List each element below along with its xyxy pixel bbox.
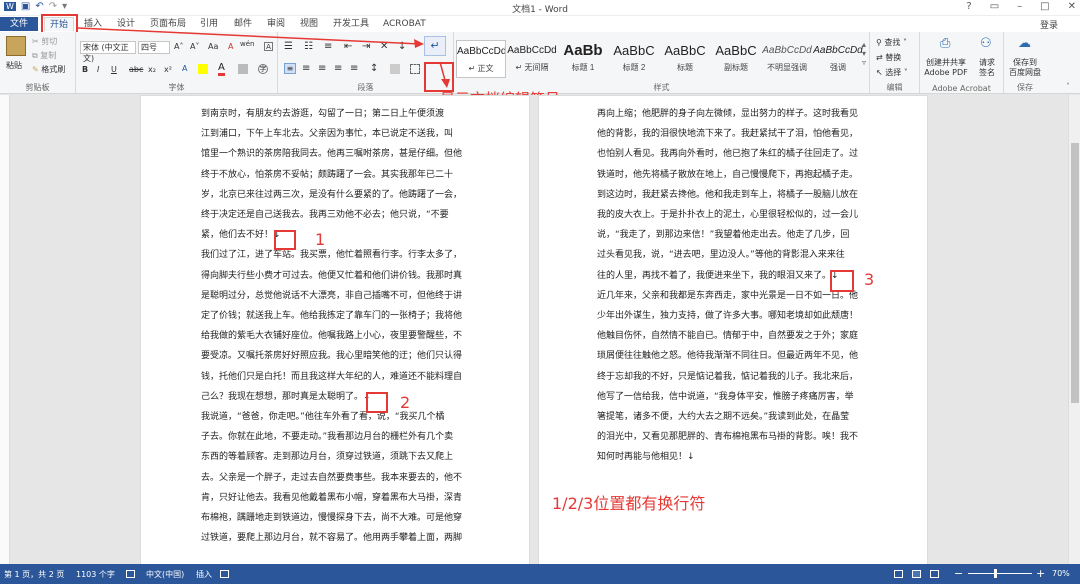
zoom-slider-thumb[interactable] [994,569,997,578]
text-line: 给我做的紫毛大衣铺好座位。他嘱我路上小心，夜里要警醒些，不 [201,331,463,342]
text-line: 他触目伤怀，自然情不能自已。情郁于中，自然要发之于外；家庭 [597,331,859,342]
macro-icon[interactable] [220,570,229,578]
text-line: 往的人里，再找不着了，我便进来坐下，我的眼泪又来了。↓ [597,270,839,281]
mark-box-1 [274,230,296,250]
zoom-level[interactable]: 70% [1052,569,1070,578]
text-line: 是聪明过分，总觉他说话不大漂亮，非自己插嘴不可，但他终于讲 [201,290,463,301]
read-mode-icon[interactable] [894,570,903,578]
page2-text[interactable]: 再向上缩；他肥胖的身子向左微倾，显出努力的样子。这时我看见 他的背影，我的泪很快地… [597,104,867,468]
text-line: 终于不放心，怕茶房不妥帖；颇踌躇了一会。其实我那年已二十 [201,169,454,180]
zoom-in-button[interactable]: + [1036,567,1045,580]
text-line: 终于忘却我的不好，只是惦记着我，惦记着我的儿子。我北来后， [597,371,859,382]
page1-text[interactable]: 到南京时，有朋友约去游逛，勾留了一日；第二日上午便须渡 江到浦口，下午上车北去。父… [201,104,471,548]
text-line: 我说道，“爸爸，你走吧。”他往车外看了看，说，“我买几个橘 [201,412,445,423]
text-line: 要受凉。又嘱托茶房好好照应我。我心里暗笑他的迂；他们只认得 [201,351,463,362]
text-line: 岁，北京已来往过两三次，是没有什么要紧的了。他踌躇了一会， [201,189,463,200]
language[interactable]: 中文(中国) [146,569,184,580]
text-line: 近几年来，父亲和我都是东奔西走，家中光景是一日不如一日。他 [597,290,859,301]
text-line: 肯，只好让他去。我看见他戴着黑布小帽，穿着黑布大马褂，深青 [201,492,463,503]
text-line: 知何时再能与他相见！↓ [597,452,695,463]
text-line: 过铁道，要爬上那边月台，就不容易了。他用两手攀着上面，两脚 [201,533,463,544]
text-line: 江到浦口，下午上车北去。父亲因为事忙，本已说定不送我，叫 [201,129,454,140]
insert-mode[interactable]: 插入 [196,569,212,580]
print-layout-icon[interactable] [912,570,921,578]
web-layout-icon[interactable] [930,570,939,578]
mark-box-2 [366,392,388,413]
text-line: 布棉袍，蹒跚地走到铁道边，慢慢探身下去，尚不大难。可是他穿 [201,513,463,524]
text-line: 定了价钱；就送我上车。他给我拣定了靠车门的一张椅子；我将他 [201,311,463,322]
text-line: 得向脚夫行些小费才可过去。他便又忙着和他们讲价钱。我那时真 [201,270,463,281]
text-line: 终于决定还是自己送我去。我再三劝他不必去；他只说，“不要 [201,210,449,221]
mark-box-3 [830,270,854,292]
text-line: 也怕别人看见。我再向外看时，他已抱了朱红的橘子往回走了。过 [597,149,859,160]
text-line: 琐屑便往往触他之怒。他待我渐渐不同往日。但最近两年不见，他 [597,351,859,362]
text-line: 我们过了江，进了车站。我买票，他忙着照看行李。行李太多了， [201,250,463,261]
annotation-1: 1 [315,230,326,249]
text-line: 他的背影，我的泪很快地流下来了。我赶紧拭干了泪，怕他看见， [597,129,859,140]
status-bar: 第 1 页，共 2 页 1103 个字 中文(中国) 插入 − + 70% [0,564,1080,584]
text-line: 去。父亲是一个胖子，走过去自然要费事些。我本来要去的，他不 [201,472,463,483]
text-line: 馆里一个熟识的茶房陪我同去。他再三嘱咐茶房，甚是仔细。但他 [201,149,463,160]
text-line: 铁道时，他先将橘子散放在地上，自己慢慢爬下，再抱起橘子走。 [597,169,859,180]
text-line: 钱，托他们只是白托！而且我这样大年纪的人，难道还不能料理自 [201,371,463,382]
annotation-bottom: 1/2/3位置都有换行符 [552,494,706,513]
text-line: 到这边时，我赶紧去搀他。他和我走到车上，将橘子一股脑儿放在 [597,189,859,200]
text-line: 箸提笔，诸多不便，大约大去之期不远矣。”我读到此处，在晶莹 [597,412,850,423]
text-line: 少年出外谋生，独力支持，做了许多大事。哪知老境却如此颓唐！ [597,311,859,322]
text-line: 子去。你就在此地，不要走动。”我看那边月台的栅栏外有几个卖 [201,432,454,443]
text-line: 再向上缩；他肥胖的身子向左微倾，显出努力的样子。这时我看见 [597,109,859,119]
text-line: 说，“我走了，到那边来信！”我望着他走出去。他走了几步，回 [597,230,850,241]
zoom-out-button[interactable]: − [954,567,963,580]
document-area: 到南京时，有朋友约去游逛，勾留了一日；第二日上午便须渡 江到浦口，下午上车北去。父… [0,95,1080,564]
text-line: 我的皮大衣上。于是扑扑衣上的泥土，心里很轻松似的，过一会儿 [597,210,859,221]
text-line: 东西的等着顾客。走到那边月台，须穿过铁道，须跳下去又爬上 [201,452,454,463]
annotation-3: 3 [864,270,875,289]
text-line: 到南京时，有朋友约去游逛，勾留了一日；第二日上午便须渡 [201,109,445,119]
annotation-2: 2 [400,393,411,412]
text-line: 己么？我现在想想，那时真是太聪明了。↓ [201,391,371,402]
vertical-ruler [0,95,10,564]
text-line: 过头看见我，说，“进去吧，里边没人。”等他的背影混入来来往 [597,250,845,261]
vertical-scrollbar[interactable] [1068,95,1080,564]
page-count[interactable]: 第 1 页，共 2 页 [4,569,64,580]
text-line: 紧，他们去不好！↓ [201,230,281,241]
text-line: 他写了一信给我，信中说道，“我身体平安，惟膀子疼痛厉害，举 [597,391,854,402]
proofing-icon[interactable] [126,570,135,578]
zoom-slider[interactable] [968,573,1032,574]
text-line: 的泪光中，又看见那肥胖的、青布棉袍黑布马褂的背影。唉！我不 [597,432,859,443]
page-1: 到南京时，有朋友约去游逛，勾留了一日；第二日上午便须渡 江到浦口，下午上车北去。父… [140,95,530,564]
scrollbar-thumb[interactable] [1071,143,1079,403]
word-count[interactable]: 1103 个字 [76,569,115,580]
